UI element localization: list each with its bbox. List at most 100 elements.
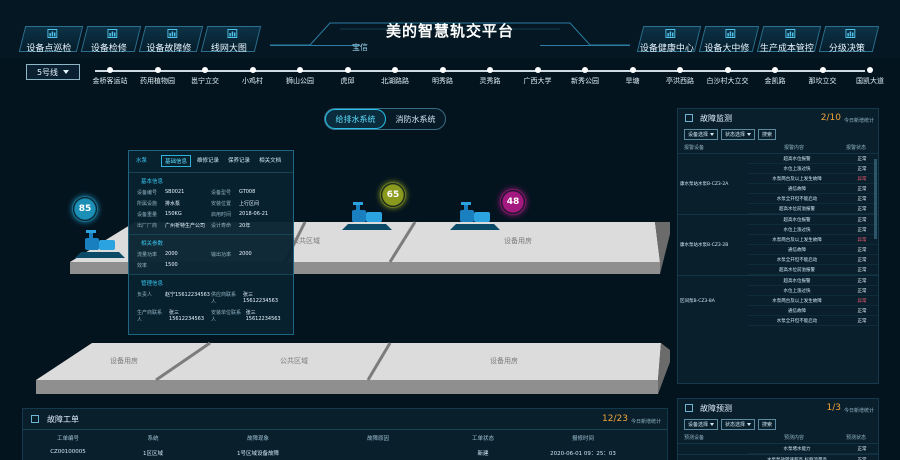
- nav-fault-repair[interactable]: 设备故障修: [138, 26, 204, 54]
- fault-predict-stat[interactable]: 今日新增统计: [844, 407, 874, 414]
- table-row[interactable]: 水泵两台及以上发生故障 异常: [748, 296, 878, 306]
- fault-reason: 通信故障: [788, 308, 806, 314]
- search-button[interactable]: 搜索: [758, 129, 777, 140]
- table-row[interactable]: 水泵全开但不能启动 正常: [748, 255, 878, 265]
- system-toggle: 给排水系统 消防水系统: [324, 108, 446, 130]
- station-dot-icon: [439, 67, 446, 73]
- nav-device-repair[interactable]: 设备检修: [80, 26, 142, 54]
- table-row[interactable]: 通信故障 正常: [748, 245, 878, 255]
- fault-predict-title: 故障预测: [700, 403, 732, 413]
- table-row[interactable]: 通信故障 正常: [748, 184, 878, 194]
- tab-documents[interactable]: 相关文档: [256, 155, 284, 167]
- nav-cost-control[interactable]: 生产成本管控: [756, 26, 822, 54]
- table-row[interactable]: 水泵泵效转速超高,标称流量高 正常: [678, 454, 878, 460]
- nav-device-inspection[interactable]: 设备点巡检: [18, 26, 84, 54]
- table-row[interactable]: 水位上涨过快 正常: [748, 286, 878, 296]
- info-row: 生产商联系人 张三15612234563 安装单位联系人 张三15612234563: [129, 307, 293, 325]
- table-row[interactable]: 水泵两台及以上发生故障 异常: [748, 235, 878, 245]
- chart-icon: [47, 29, 58, 38]
- fault-predict-panel: 故障预测 1/3 今日新增统计 设备选择 状态选择 搜索 预测设备 预测内容 预…: [677, 398, 879, 460]
- fault-reason: 通信故障: [788, 247, 806, 253]
- fault-monitor-scrollbar[interactable]: [874, 159, 877, 239]
- table-row[interactable]: 超高水位报警 正常: [748, 276, 878, 286]
- table-row[interactable]: 通信故障 正常: [748, 306, 878, 316]
- predict-device-name: [678, 455, 748, 460]
- panel-square-icon: [685, 404, 693, 412]
- tab-maintenance-records[interactable]: 保养记录: [225, 155, 253, 167]
- nav-major-repair[interactable]: 设备大中修: [698, 26, 760, 54]
- status-filter[interactable]: 状态选择: [721, 129, 756, 140]
- info-value: 150KG: [165, 211, 182, 217]
- toggle-water-drainage[interactable]: 给排水系统: [325, 109, 386, 129]
- table-row[interactable]: 水泵两台及以上发生故障 异常: [748, 174, 878, 184]
- fault-reason: 水泵全开但不能启动: [776, 318, 818, 324]
- panel-square-icon: [31, 415, 39, 423]
- fault-reason: 超高水位前溢报警: [779, 267, 815, 273]
- pump-icon-3: [450, 202, 500, 230]
- table-row[interactable]: 超高水位前溢报警 正常: [748, 265, 878, 275]
- fault-status: 正常: [857, 288, 867, 294]
- tab-basic-info[interactable]: 基础信息: [161, 155, 192, 167]
- work-order-header: 故障工单 12/23 今日新增统计: [23, 409, 667, 429]
- table-row[interactable]: 水泵全开但不能启动 正常: [748, 194, 878, 204]
- station-dot-icon: [297, 67, 303, 73]
- fault-device-name: 康水泵站水泵B-CZ3-2B: [680, 243, 729, 248]
- fault-reason: 通信故障: [788, 186, 806, 192]
- nav-decision[interactable]: 分级决策: [818, 26, 880, 54]
- info-value: SB0021: [165, 189, 185, 195]
- predict-status: 正常: [857, 457, 867, 460]
- table-row[interactable]: 水泵堵水能力 正常: [678, 443, 878, 454]
- section-params: 相关参数: [129, 234, 293, 249]
- station-item[interactable]: 国凯大道: [840, 64, 900, 86]
- tab-repair-records[interactable]: 维修记录: [194, 155, 222, 167]
- health-gauge-2[interactable]: 65: [380, 182, 406, 208]
- info-value: 2018-06-21: [239, 211, 269, 217]
- table-row[interactable]: CZ00100005 1区区域 1号区域设备故障 新建 2020-06-01 0…: [23, 446, 667, 460]
- fault-reason: 水位上涨过快: [783, 288, 811, 294]
- device-filter[interactable]: 设备选择: [684, 129, 719, 140]
- toggle-fire-water[interactable]: 消防水系统: [386, 109, 445, 129]
- line-selector[interactable]: 5号线: [26, 64, 80, 80]
- table-row[interactable]: 水位上涨过快 正常: [748, 225, 878, 235]
- info-value: 上行区间: [239, 201, 260, 207]
- fault-group: 康水泵站水泵B-CZ3-2A 超高水位报警 正常 水位上涨过快 正常 水泵两台及以上发生故…: [678, 153, 878, 214]
- status-filter[interactable]: 状态选择: [721, 419, 756, 430]
- fault-status: 正常: [857, 278, 867, 284]
- table-row[interactable]: 水泵全开但不能启动 正常: [748, 316, 878, 326]
- fault-status: 正常: [857, 318, 867, 324]
- popup-tabs: 水泵 基础信息 维修记录 保养记录 相关文档: [129, 151, 293, 169]
- fault-group: 康水泵站水泵B-CZ3-2B 超高水位报警 正常 水位上涨过快 正常 水泵两台及以上发生故…: [678, 214, 878, 275]
- fault-reason: 水泵两台及以上发生故障: [772, 176, 822, 182]
- chevron-down-icon: [747, 133, 752, 136]
- health-gauge-3[interactable]: 48: [500, 189, 526, 215]
- basic-info-rows: 设备编号 SB0021 设备型号 GT008 所属设施 排水泵 安装位置 上行区间 设备重量 15…: [129, 187, 293, 231]
- station-dot-icon: [819, 67, 826, 73]
- info-key: 输出功率: [211, 252, 232, 258]
- nav-health-center[interactable]: 设备健康中心: [636, 26, 702, 54]
- table-row[interactable]: 水位上涨过快 正常: [748, 164, 878, 174]
- health-gauge-1[interactable]: 85: [72, 196, 98, 222]
- table-row[interactable]: 超高水位报警 正常: [748, 215, 878, 225]
- fault-reason: 超高水位报警: [783, 217, 811, 223]
- nav-network-map[interactable]: 线网大图: [200, 26, 262, 54]
- popup-equipment-type: 水泵: [136, 158, 148, 164]
- fault-reason: 水泵两台及以上发生故障: [772, 298, 822, 304]
- work-order-title: 故障工单: [47, 414, 79, 424]
- info-key: 启用时间: [211, 212, 232, 218]
- fault-device-name: 区间泵B-CZ3-8A: [680, 299, 715, 304]
- table-row[interactable]: 超高水位前溢报警 正常: [748, 204, 878, 214]
- info-row: 设备编号 SB0021 设备型号 GT008: [129, 187, 293, 198]
- chart-icon: [665, 29, 676, 38]
- fault-monitor-header: 故障监测 2/10 今日新增统计: [678, 109, 878, 127]
- device-filter[interactable]: 设备选择: [684, 419, 719, 430]
- fault-monitor-stat[interactable]: 今日新增统计: [844, 117, 874, 124]
- info-value: 2000: [239, 251, 252, 257]
- predict-status: 正常: [857, 446, 867, 452]
- equipment-info-popup: 水泵 基础信息 维修记录 保养记录 相关文档 基本信息 设备编号 SB0021 设备…: [128, 150, 294, 335]
- page-title: 美的智慧轨交平台: [385, 22, 514, 40]
- table-row[interactable]: 超高水位报警 正常: [748, 154, 878, 164]
- search-button[interactable]: 搜索: [758, 419, 777, 430]
- work-order-stat[interactable]: 今日新增统计: [631, 418, 661, 425]
- chevron-down-icon: [710, 133, 715, 136]
- fault-monitor-title: 故障监测: [700, 113, 732, 123]
